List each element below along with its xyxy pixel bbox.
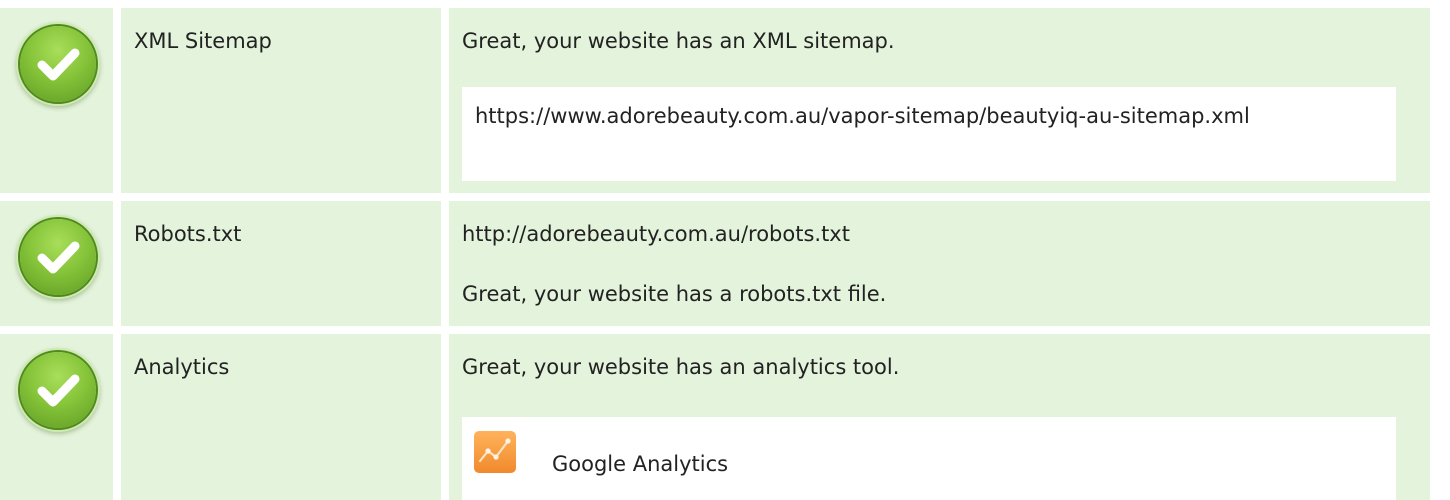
detail-message: Great, your website has a robots.txt fil… <box>462 282 887 306</box>
status-cell <box>0 8 113 193</box>
seo-report: XML Sitemap Great, your website has an X… <box>0 0 1450 500</box>
robots-url[interactable]: http://adorebeauty.com.au/robots.txt <box>462 219 850 249</box>
check-detail-cell: Great, your website has an analytics too… <box>449 334 1430 500</box>
tool-label: Google Analytics <box>552 452 729 476</box>
check-name: Analytics <box>134 355 230 379</box>
detail-message: Great, your website has an XML sitemap. <box>462 29 895 53</box>
report-row-robots: Robots.txt http://adorebeauty.com.au/rob… <box>0 201 1430 326</box>
check-detail-cell: Great, your website has an XML sitemap. … <box>449 8 1430 193</box>
check-name-cell: Analytics <box>121 334 441 500</box>
report-row-analytics: Analytics Great, your website has an ana… <box>0 334 1430 500</box>
report-row-xml-sitemap: XML Sitemap Great, your website has an X… <box>0 8 1430 193</box>
check-name-cell: XML Sitemap <box>121 8 441 193</box>
analytics-tool-box: Google Analytics <box>462 417 1396 500</box>
check-icon <box>20 26 96 102</box>
check-icon <box>20 219 96 295</box>
check-detail-cell: http://adorebeauty.com.au/robots.txt Gre… <box>449 201 1430 326</box>
check-name: Robots.txt <box>134 222 242 246</box>
sitemap-url-box: https://www.adorebeauty.com.au/vapor-sit… <box>462 87 1396 181</box>
sitemap-url[interactable]: https://www.adorebeauty.com.au/vapor-sit… <box>475 99 1355 133</box>
check-name-cell: Robots.txt <box>121 201 441 326</box>
status-cell <box>0 201 113 326</box>
check-icon <box>20 352 96 428</box>
detail-message: Great, your website has an analytics too… <box>462 355 900 379</box>
google-analytics-icon <box>472 429 518 475</box>
check-name: XML Sitemap <box>134 29 272 53</box>
status-cell <box>0 334 113 500</box>
